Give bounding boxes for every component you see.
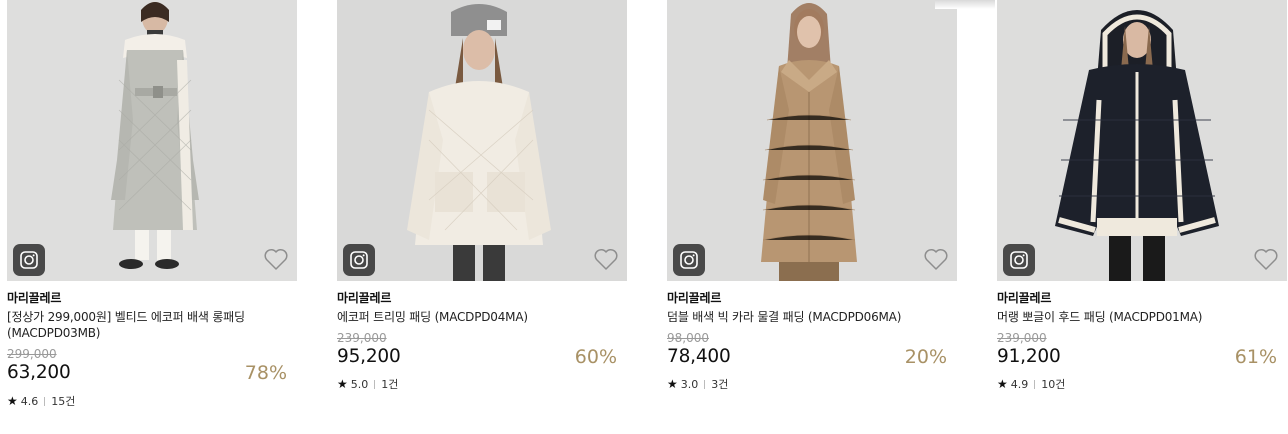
- rating-value: 4.9: [1010, 377, 1029, 391]
- rating-row: ★ 5.0 1건: [337, 376, 398, 392]
- sale-price: 91,200: [997, 346, 1061, 367]
- product-card[interactable]: 마리끌레르 덤블 배색 빅 카라 물결 패딩 (MACDPD06MA) 98,0…: [667, 0, 957, 391]
- rating-row: ★ 3.0 3건: [667, 376, 728, 392]
- product-name[interactable]: 머랭 뽀글이 후드 패딩 (MACDPD01MA): [997, 310, 1259, 326]
- sale-price: 78,400: [667, 346, 731, 367]
- heart-outline-icon[interactable]: [593, 247, 619, 271]
- rating-row: ★ 4.9 10건: [997, 376, 1065, 392]
- rating-value: 4.6: [20, 394, 39, 408]
- rating-value: 3.0: [680, 377, 699, 391]
- instagram-icon[interactable]: [343, 244, 375, 276]
- product-image[interactable]: [7, 0, 297, 281]
- sale-price: 63,200: [7, 362, 71, 383]
- dropdown-shadow: [935, 0, 995, 9]
- heart-outline-icon[interactable]: [263, 247, 289, 271]
- sale-price: 95,200: [337, 346, 401, 367]
- original-price: 239,000: [997, 331, 1047, 345]
- divider: [704, 379, 706, 389]
- review-count: 15건: [51, 395, 76, 408]
- product-card[interactable]: 마리끌레르 에코퍼 트리밍 패딩 (MACDPD04MA) 239,000 95…: [337, 0, 627, 391]
- discount-rate: 78%: [244, 362, 287, 384]
- product-card[interactable]: 마리끌레르 [정상가 299,000원] 벨티드 에코퍼 배색 롱패딩 (MAC…: [7, 0, 297, 408]
- discount-rate: 61%: [1234, 346, 1277, 368]
- product-photo: [667, 0, 957, 281]
- brand-name[interactable]: 마리끌레르: [337, 289, 391, 306]
- product-name[interactable]: 에코퍼 트리밍 패딩 (MACDPD04MA): [337, 310, 599, 326]
- product-card[interactable]: 마리끌레르 머랭 뽀글이 후드 패딩 (MACDPD01MA) 239,000 …: [997, 0, 1287, 391]
- review-count: 1건: [381, 378, 399, 391]
- star-icon: ★: [7, 394, 18, 408]
- product-image[interactable]: [997, 0, 1287, 281]
- product-image[interactable]: [667, 0, 957, 281]
- original-price: 299,000: [7, 347, 57, 361]
- product-name[interactable]: [정상가 299,000원] 벨티드 에코퍼 배색 롱패딩 (MACDPD03M…: [7, 310, 269, 341]
- review-count: 10건: [1041, 378, 1066, 391]
- rating-row: ★ 4.6 15건: [7, 393, 75, 409]
- product-photo: [997, 0, 1287, 281]
- product-grid: 마리끌레르 [정상가 299,000원] 벨티드 에코퍼 배색 롱패딩 (MAC…: [0, 0, 1288, 434]
- star-icon: ★: [337, 377, 348, 391]
- original-price: 239,000: [337, 331, 387, 345]
- brand-name[interactable]: 마리끌레르: [7, 289, 61, 306]
- product-photo: [7, 0, 297, 281]
- star-icon: ★: [997, 377, 1008, 391]
- heart-outline-icon[interactable]: [1253, 247, 1279, 271]
- instagram-icon[interactable]: [13, 244, 45, 276]
- discount-rate: 20%: [904, 346, 947, 368]
- product-photo: [337, 0, 627, 281]
- discount-rate: 60%: [574, 346, 617, 368]
- original-price: 98,000: [667, 331, 709, 345]
- rating-value: 5.0: [350, 377, 369, 391]
- instagram-icon[interactable]: [673, 244, 705, 276]
- product-name[interactable]: 덤블 배색 빅 카라 물결 패딩 (MACDPD06MA): [667, 310, 929, 326]
- divider: [44, 396, 46, 406]
- star-icon: ★: [667, 377, 678, 391]
- product-image[interactable]: [337, 0, 627, 281]
- divider: [374, 379, 376, 389]
- instagram-icon[interactable]: [1003, 244, 1035, 276]
- brand-name[interactable]: 마리끌레르: [667, 289, 721, 306]
- divider: [1034, 379, 1036, 389]
- review-count: 3건: [711, 378, 729, 391]
- brand-name[interactable]: 마리끌레르: [997, 289, 1051, 306]
- heart-outline-icon[interactable]: [923, 247, 949, 271]
